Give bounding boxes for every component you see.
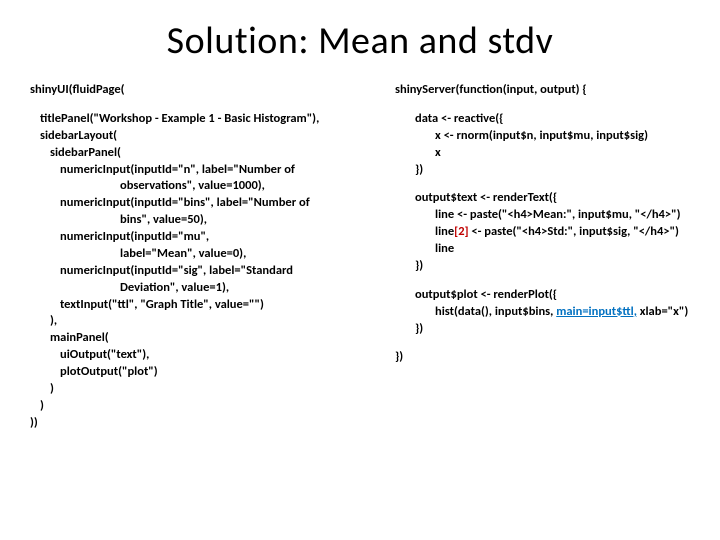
server-line: output$text <- renderText({: [395, 190, 690, 207]
text-highlight-red: [2]: [454, 224, 468, 239]
ui-line: Deviation", value=1),: [30, 280, 370, 297]
text: , input$sig: [590, 128, 644, 143]
server-line: line: [395, 241, 690, 258]
server-line: line[2] <- paste("<h4>Std:", input$sig, …: [395, 224, 690, 241]
title-solution-word: Solution: [167, 18, 299, 64]
server-line: }): [395, 162, 690, 179]
right-column: shinyServer(function(input, output) { da…: [395, 82, 690, 432]
ui-line: plotOutput("plot"): [30, 364, 370, 381]
spacer: [395, 178, 690, 190]
text: titlePanel("Workshop -: [40, 111, 162, 126]
text: hist(data(), input$bins,: [435, 304, 556, 319]
left-column: shinyUI(fluidPage( titlePanel("Workshop …: [30, 82, 370, 432]
ui-line: observations", value=1000),: [30, 178, 370, 195]
text-highlight-blue: main=input$ttl,: [556, 304, 637, 319]
server-line: x: [395, 145, 690, 162]
text: <- paste("<h4>Std:", input$sig, "</h4>"): [469, 224, 679, 239]
ui-line: label="Mean", value=0),: [30, 246, 370, 263]
slide: Solution: Mean and stdv shinyUI(fluidPag…: [0, 0, 720, 540]
server-line: shinyServer(function(input, output) {: [395, 82, 690, 99]
ui-line: numericInput(inputId="n", label="Number …: [30, 162, 370, 179]
spacer: [395, 99, 690, 111]
server-line: data <- reactive({: [395, 111, 690, 128]
text: x <- rnorm(input$n, input$mu: [435, 128, 590, 143]
server-line: }): [395, 258, 690, 275]
text: line: [435, 224, 454, 239]
ui-line: bins", value=50),: [30, 212, 370, 229]
spacer: [395, 337, 690, 349]
server-line: line <- paste("<h4>Mean:", input$mu, "</…: [395, 207, 690, 224]
spacer: [395, 275, 690, 287]
ui-line: uiOutput("text"),: [30, 347, 370, 364]
ui-line: textInput("ttl", "Graph Title", value=""…: [30, 297, 370, 314]
ui-line: ): [30, 381, 370, 398]
ui-line: titlePanel("Workshop - Example 1 - Basic…: [30, 111, 370, 128]
slide-title: Solution: Mean and stdv: [30, 18, 690, 64]
text: xlab="x"): [637, 304, 688, 319]
server-line: x <- rnorm(input$n, input$mu, input$sig): [395, 128, 690, 145]
ui-line: numericInput(inputId="sig", label="Stand…: [30, 263, 370, 280]
ui-line: sidebarLayout(: [30, 128, 370, 145]
server-line: }): [395, 349, 690, 366]
ui-line: ): [30, 398, 370, 415]
ui-line: numericInput(inputId="bins", label="Numb…: [30, 195, 370, 212]
ui-line: ),: [30, 313, 370, 330]
ui-line: sidebarPanel(: [30, 145, 370, 162]
server-line: }): [395, 321, 690, 338]
columns: shinyUI(fluidPage( titlePanel("Workshop …: [30, 82, 690, 432]
text: - Basic Histogram"),: [218, 111, 320, 126]
text: Example 1: [162, 111, 218, 126]
server-line: hist(data(), input$bins, main=input$ttl,…: [395, 304, 690, 321]
ui-line: mainPanel(: [30, 330, 370, 347]
title-rest: : Mean and stdv: [298, 18, 553, 64]
ui-line: numericInput(inputId="mu",: [30, 229, 370, 246]
server-line: output$plot <- renderPlot({: [395, 287, 690, 304]
text: ): [644, 128, 648, 143]
ui-line: shinyUI(fluidPage(: [30, 82, 370, 99]
ui-line: )): [30, 415, 370, 432]
spacer: [30, 99, 370, 111]
